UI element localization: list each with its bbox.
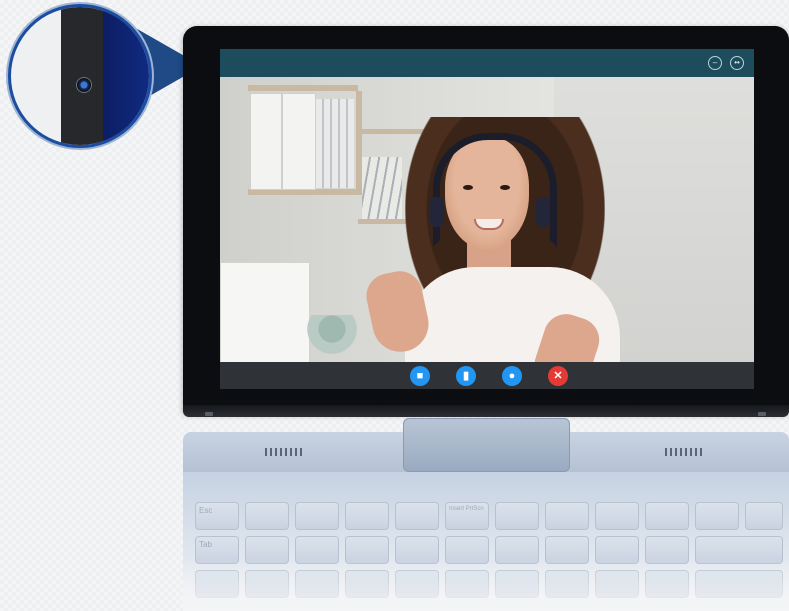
- key: [495, 502, 539, 530]
- call-control-bar: ■ ▮ ● ✕: [220, 362, 754, 389]
- lid-foot: [758, 412, 766, 416]
- signal-stats-button[interactable]: ▮: [456, 366, 476, 386]
- key: [295, 502, 339, 530]
- hinge: [403, 418, 570, 472]
- remote-video-feed: [220, 77, 754, 362]
- callout-edge: [103, 7, 149, 145]
- fullscreen-button[interactable]: ••: [730, 56, 744, 70]
- key: [345, 502, 389, 530]
- key-prtscn: Insert PrtScn: [445, 502, 489, 530]
- webcam-magnifier: [8, 4, 152, 148]
- key-power: [745, 502, 783, 530]
- speaker-grille: [265, 448, 305, 456]
- binder: [250, 93, 282, 190]
- binder: [282, 93, 316, 190]
- headphones-icon: [433, 133, 557, 247]
- video-camera-icon: ■: [416, 370, 424, 382]
- title-bar: – ••: [220, 49, 754, 77]
- video-call-window: – •• ■ ▮ ● ✕: [220, 49, 754, 389]
- minimize-icon: –: [712, 58, 718, 67]
- minimize-button[interactable]: –: [708, 56, 722, 70]
- headphone-cup: [536, 197, 550, 227]
- close-icon: ✕: [553, 370, 563, 382]
- bottom-fade: [183, 560, 789, 611]
- key: [245, 502, 289, 530]
- plant: [302, 315, 362, 362]
- key: [595, 502, 639, 530]
- lid-foot: [205, 412, 213, 416]
- lid-bottom-edge: [183, 405, 789, 417]
- cabinet: [220, 262, 310, 362]
- end-call-button[interactable]: ✕: [548, 366, 568, 386]
- key: [545, 502, 589, 530]
- key-esc: Esc: [195, 502, 239, 530]
- chat-bubble-icon: ●: [508, 370, 516, 382]
- video-camera-button[interactable]: ■: [410, 366, 430, 386]
- key: [395, 502, 439, 530]
- key: [645, 502, 689, 530]
- webcam-lens-icon: [76, 77, 92, 93]
- chat-button[interactable]: ●: [502, 366, 522, 386]
- shelf: [248, 85, 358, 91]
- signal-bars-icon: ▮: [462, 370, 470, 382]
- headphone-cup: [430, 197, 444, 227]
- fullscreen-icon: ••: [734, 58, 740, 67]
- books: [362, 157, 402, 219]
- key: [695, 502, 739, 530]
- speaker-grille: [665, 448, 705, 456]
- books: [316, 99, 354, 188]
